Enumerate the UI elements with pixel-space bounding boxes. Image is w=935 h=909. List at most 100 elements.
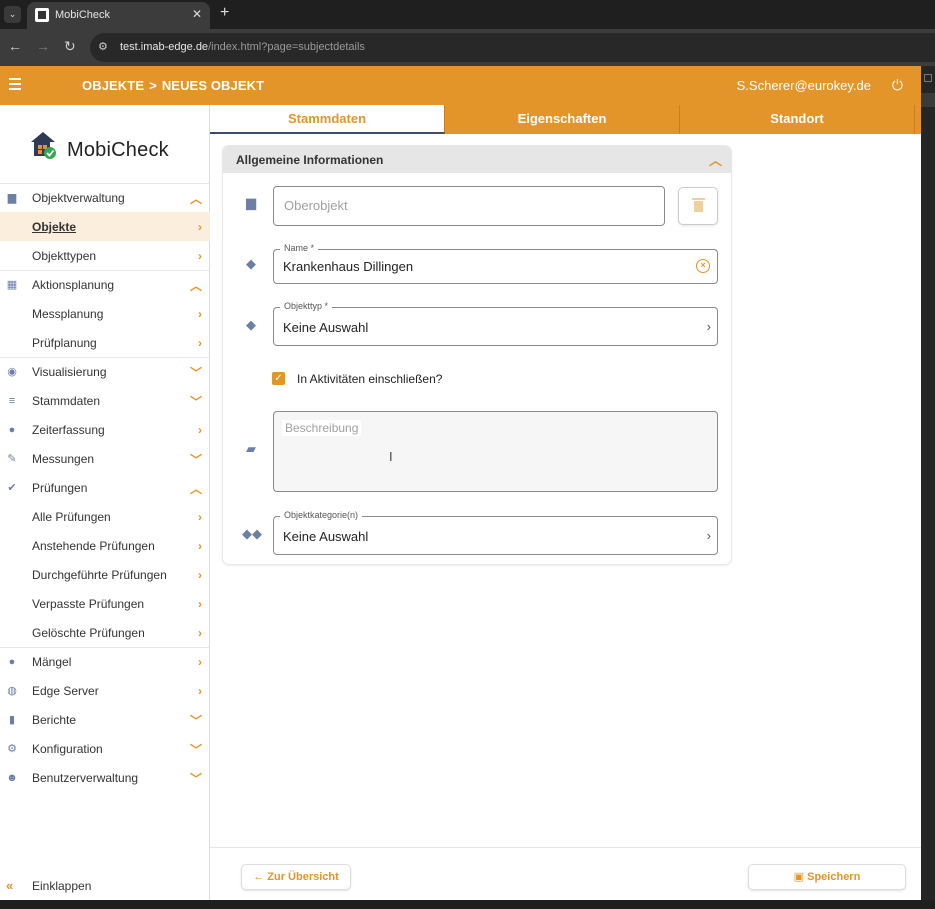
sidebar-item-messungen[interactable]: ✎ Messungen ﹀ [0,444,210,473]
logo-text: MobiCheck [67,139,169,161]
name-field[interactable]: Name * Krankenhaus Dillingen × [273,243,718,284]
chevron-up-icon[interactable]: ︿ [709,150,722,169]
beschreibung-placeholder: Beschreibung [282,420,362,436]
tag-icon: ◆ [246,317,256,332]
chevron-right-icon: › [706,319,711,334]
name-label: Name * [280,243,319,253]
new-tab-icon[interactable]: + [220,4,229,22]
sidebar-item-stammdaten[interactable]: ≡ Stammdaten ﹀ [0,386,210,415]
sidebar-item-label: Messplanung [32,307,104,321]
sidebar-item-label: Stammdaten [32,394,101,408]
reload-icon[interactable]: ↻ [64,38,76,55]
chevron-down-icon: ﹀ [189,713,202,728]
tab-list-chevron-icon[interactable]: ⌄ [4,6,21,23]
clock-icon: ● [8,424,16,436]
sidebar-item-label: Anstehende Prüfungen [32,539,155,553]
objektkategorie-select[interactable]: Objektkategorie(n) Keine Auswahl › [273,510,718,555]
forward-arrow-icon[interactable]: → [36,38,50,54]
chevron-down-icon: ﹀ [189,742,202,757]
menu-icon[interactable] [9,78,21,90]
sidebar-item-pruefplanung[interactable]: Prüfplanung › [0,328,210,357]
back-to-overview-button[interactable]: ← Zur Übersicht [241,864,351,890]
tab-close-icon[interactable]: ✕ [192,7,202,21]
sidebar-item-verpasste-pruefungen[interactable]: Verpasste Prüfungen › [0,589,210,618]
sidebar-collapse-button[interactable]: « Einklappen [0,870,210,900]
power-icon[interactable]: ⏻ [892,77,903,94]
chevron-up-icon: ︿ [189,191,202,206]
chevron-up-icon: ︿ [189,481,202,496]
chevron-right-icon: › [198,684,202,698]
objekttyp-select[interactable]: Objekttyp * Keine Auswahl › [273,301,718,346]
chevron-up-icon: ︿ [189,278,202,293]
sidebar-item-label: Benutzerverwaltung [32,771,139,785]
taskbar [0,900,935,909]
sidebar-nav: ▆ Objektverwaltung ︿ Objekte › Objekttyp… [0,183,210,792]
activities-checkbox[interactable]: ✓ [272,372,285,385]
check-circle-icon: ✔ [7,482,17,494]
chevron-right-icon: › [198,539,202,553]
tab-standort[interactable]: Standort [680,105,915,134]
sidebar-item-visualisierung[interactable]: ◉ Visualisierung ﹀ [0,357,210,386]
oberobjekt-field[interactable]: Oberobjekt [273,186,665,226]
sidebar-item-objekttypen[interactable]: Objekttypen › [0,241,210,270]
tab-bar: Stammdaten Eigenschaften Standort [210,105,921,134]
objekttyp-value: Keine Auswahl [283,320,369,335]
sidebar-item-anstehende-pruefungen[interactable]: Anstehende Prüfungen › [0,531,210,560]
sidebar-item-konfiguration[interactable]: ⚙ Konfiguration ﹀ [0,734,210,763]
sidebar-item-label: Alle Prüfungen [32,510,111,524]
breadcrumb-root[interactable]: OBJEKTE [82,78,144,93]
back-arrow-icon[interactable]: ← [8,38,22,54]
sidebar-item-durchgefuehrte-pruefungen[interactable]: Durchgeführte Prüfungen › [0,560,210,589]
sidebar-item-label: Zeiterfassung [32,423,105,437]
calendar-icon: ▦ [6,279,18,291]
name-value: Krankenhaus Dillingen [283,259,414,274]
floppy-icon: ▣ [793,871,808,883]
beschreibung-textarea[interactable]: Beschreibung I [273,411,718,492]
building-icon: ▆ [7,192,17,204]
save-button[interactable]: ▣ Speichern [748,864,906,890]
sidebar-item-label: Berichte [32,713,77,727]
globe-icon: ◍ [7,685,17,697]
sidebar-item-pruefungen[interactable]: ✔ Prüfungen ︿ [0,473,210,502]
devtools-icon[interactable] [924,74,932,82]
chevron-right-icon: › [198,655,202,669]
card-title: Allgemeine Informationen [236,153,384,167]
users-icon: ☻ [6,772,18,784]
tab-stammdaten[interactable]: Stammdaten [210,105,445,134]
activities-checkbox-label: In Aktivitäten einschließen? [297,372,443,386]
chevron-right-icon: › [706,528,711,543]
sidebar-item-benutzerverwaltung[interactable]: ☻ Benutzerverwaltung ﹀ [0,763,210,792]
url-input[interactable]: ⚙ test.imab-edge.de/index.html?page=subj… [90,33,935,62]
sidebar-item-edge-server[interactable]: ◍ Edge Server › [0,676,210,705]
text-cursor-icon: I [389,449,393,464]
sidebar-item-aktionsplanung[interactable]: ▦ Aktionsplanung ︿ [0,270,210,299]
browser-tab[interactable]: MobiCheck ✕ [27,2,210,29]
user-email[interactable]: S.Scherer@eurokey.de [737,78,871,93]
sidebar-item-alle-pruefungen[interactable]: Alle Prüfungen › [0,502,210,531]
sidebar-item-zeiterfassung[interactable]: ● Zeiterfassung › [0,415,210,444]
card-header[interactable]: Allgemeine Informationen ︿ [223,146,731,173]
delete-oberobjekt-button[interactable] [678,187,718,225]
clear-icon[interactable]: × [696,259,710,273]
sidebar-item-label: Visualisierung [32,365,107,379]
sidebar-item-maengel[interactable]: ● Mängel › [0,647,210,676]
sidebar-item-objektverwaltung[interactable]: ▆ Objektverwaltung ︿ [0,183,210,212]
sidebar-item-label: Edge Server [32,684,99,698]
ruler-icon: ✎ [7,453,17,465]
building-icon: ▆ [246,195,256,210]
chevron-right-icon: › [198,249,202,263]
favicon-icon [35,8,49,22]
chevron-down-icon: ﹀ [189,452,202,467]
url-host: test.imab-edge.de [120,41,209,53]
sidebar-item-label: Objekttypen [32,249,97,263]
sidebar-item-berichte[interactable]: ▮ Berichte ﹀ [0,705,210,734]
sidebar-item-geloeschte-pruefungen[interactable]: Gelöschte Prüfungen › [0,618,210,647]
devtools-tab[interactable] [921,93,935,107]
sidebar-item-objekte[interactable]: Objekte › [0,212,210,241]
sidebar-item-messplanung[interactable]: Messplanung › [0,299,210,328]
sidebar: MobiCheck ▆ Objektverwaltung ︿ Objekte ›… [0,105,210,900]
tab-eigenschaften[interactable]: Eigenschaften [445,105,680,134]
sidebar-item-label: Verpasste Prüfungen [32,597,145,611]
site-settings-icon[interactable]: ⚙ [98,40,108,53]
list-icon: ≡ [8,395,16,407]
